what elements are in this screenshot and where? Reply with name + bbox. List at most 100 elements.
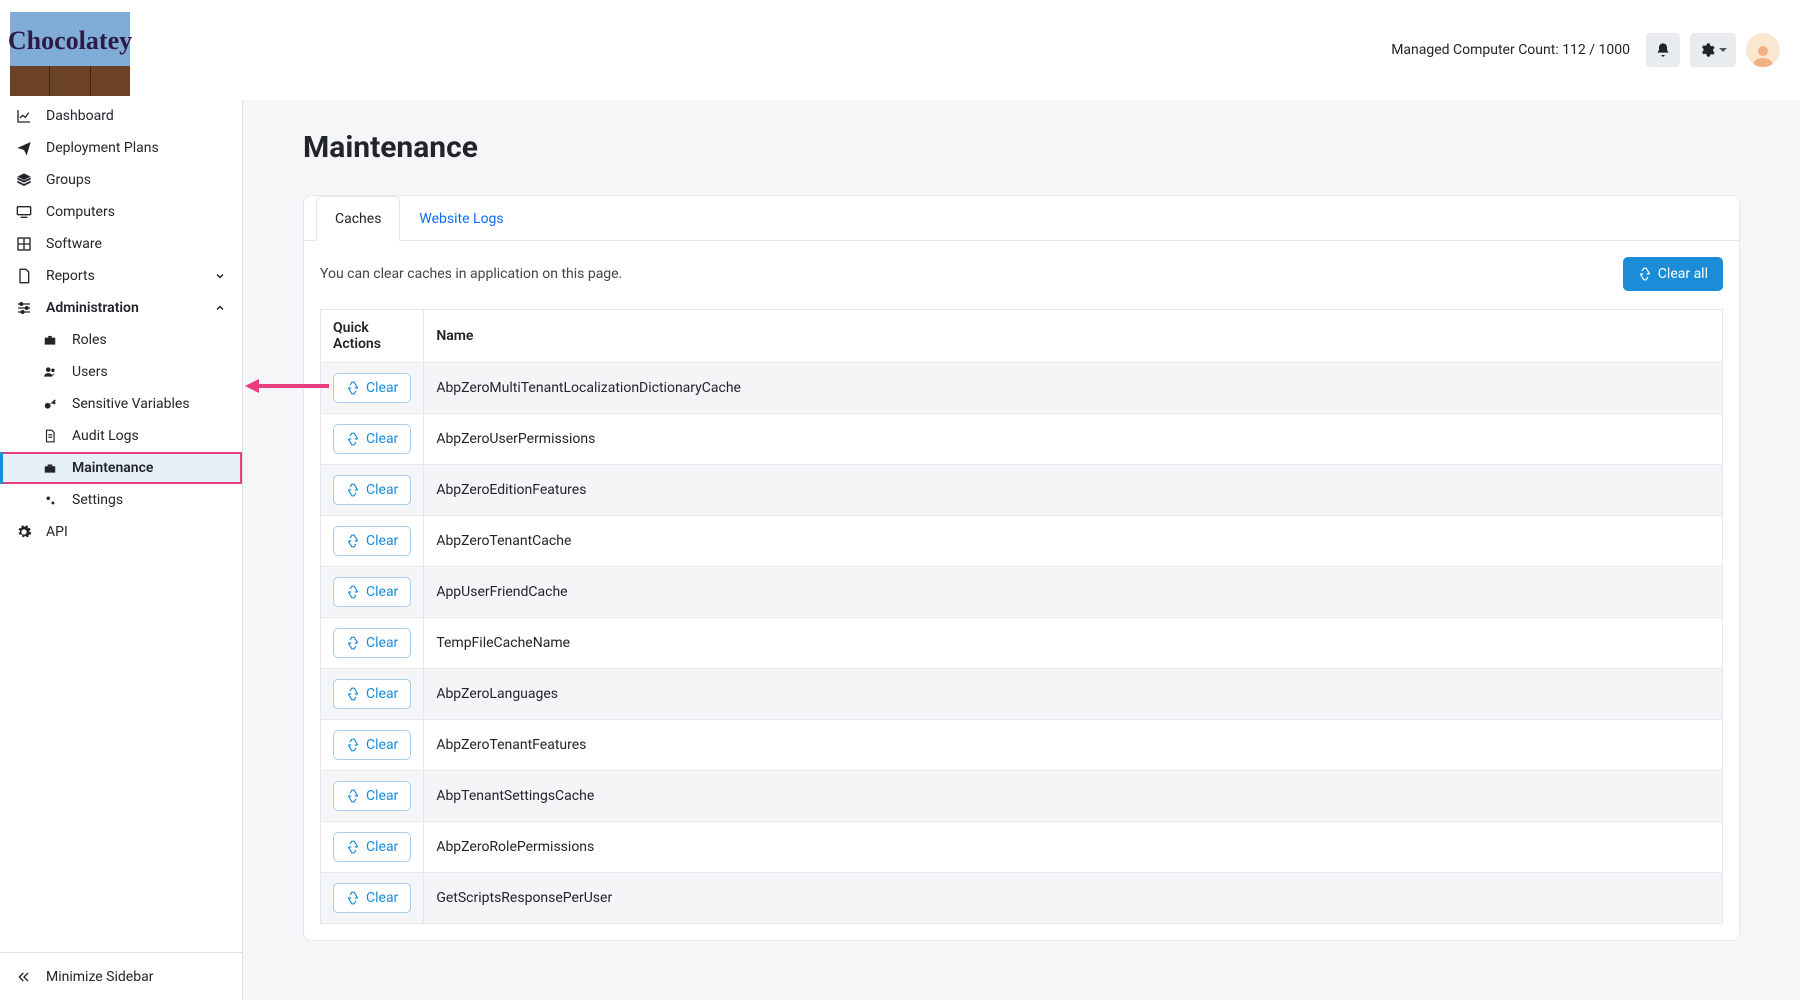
sidebar-item-software[interactable]: Software [0, 228, 242, 260]
sidebar-nav: Dashboard Deployment Plans Groups Comput… [0, 100, 242, 952]
suitcase-icon [40, 333, 60, 347]
clear-button[interactable]: Clear [333, 373, 411, 403]
clear-button[interactable]: Clear [333, 424, 411, 454]
sidebar-item-label: Settings [72, 492, 123, 508]
recycle-icon [346, 687, 360, 701]
sidebar-item-label: Maintenance [72, 460, 153, 476]
clear-label: Clear [366, 839, 398, 855]
sidebar-item-users[interactable]: Users [0, 356, 242, 388]
sidebar-item-label: Reports [46, 268, 212, 284]
chevron-up-icon [212, 300, 228, 316]
clear-label: Clear [366, 686, 398, 702]
cache-name: AbpZeroMultiTenantLocalizationDictionary… [424, 363, 1723, 414]
table-row: Clear AbpTenantSettingsCache [321, 771, 1723, 822]
column-quick-actions: Quick Actions [321, 310, 424, 363]
clear-button[interactable]: Clear [333, 526, 411, 556]
sidebar-item-api[interactable]: API [0, 516, 242, 548]
tab-caches[interactable]: Caches [316, 196, 400, 241]
minimize-sidebar[interactable]: Minimize Sidebar [0, 952, 242, 1000]
tab-website-logs[interactable]: Website Logs [400, 196, 522, 241]
cache-name: AbpZeroRolePermissions [424, 822, 1723, 873]
bell-icon [1655, 42, 1671, 58]
minimize-label: Minimize Sidebar [46, 969, 153, 985]
sidebar-item-label: Users [72, 364, 108, 380]
sidebar-item-administration[interactable]: Administration [0, 292, 242, 324]
brand-name: Chocolatey [8, 26, 132, 56]
sidebar-item-label: Administration [46, 300, 212, 316]
table-row: Clear AbpZeroRolePermissions [321, 822, 1723, 873]
clear-button[interactable]: Clear [333, 475, 411, 505]
clear-button[interactable]: Clear [333, 832, 411, 862]
clear-all-label: Clear all [1658, 266, 1708, 282]
clear-button[interactable]: Clear [333, 883, 411, 913]
sidebar-item-label: Roles [72, 332, 107, 348]
clear-label: Clear [366, 737, 398, 753]
table-row: Clear AbpZeroTenantCache [321, 516, 1723, 567]
clear-label: Clear [366, 431, 398, 447]
clear-all-button[interactable]: Clear all [1623, 257, 1723, 291]
sidebar-item-maintenance[interactable]: Maintenance [0, 452, 242, 484]
sidebar-item-computers[interactable]: Computers [0, 196, 242, 228]
sidebar-item-reports[interactable]: Reports [0, 260, 242, 292]
main-content: Maintenance Caches Website Logs You can … [243, 0, 1800, 1000]
chevron-down-icon [212, 268, 228, 284]
clear-button[interactable]: Clear [333, 730, 411, 760]
sidebar-item-label: Deployment Plans [46, 140, 228, 156]
clear-label: Clear [366, 584, 398, 600]
cog-icon [14, 524, 34, 540]
table-row: Clear AbpZeroEditionFeatures [321, 465, 1723, 516]
sidebar-item-dashboard[interactable]: Dashboard [0, 100, 242, 132]
recycle-icon [346, 534, 360, 548]
tabs: Caches Website Logs [304, 196, 1739, 241]
cache-description: You can clear caches in application on t… [320, 266, 622, 282]
table-row: Clear AbpZeroMultiTenantLocalizationDicti… [321, 363, 1723, 414]
cache-name: AbpTenantSettingsCache [424, 771, 1723, 822]
sidebar-item-label: Computers [46, 204, 228, 220]
sidebar-item-label: Software [46, 236, 228, 252]
page-title: Maintenance [303, 130, 1740, 165]
recycle-icon [1638, 267, 1652, 281]
top-actions: Managed Computer Count: 112 / 1000 [1391, 33, 1780, 67]
table-row: Clear AppUserFriendCache [321, 567, 1723, 618]
table-row: ClearTempFileCacheName [321, 618, 1723, 669]
sidebar-item-settings[interactable]: Settings [0, 484, 242, 516]
sidebar-item-label: API [46, 524, 228, 540]
cache-name: AbpZeroTenantCache [424, 516, 1723, 567]
grid-icon [14, 236, 34, 252]
clear-button[interactable]: Clear [333, 781, 411, 811]
clear-label: Clear [366, 788, 398, 804]
sidebar-item-label: Sensitive Variables [72, 396, 190, 412]
users-icon [40, 365, 60, 379]
clear-button[interactable]: Clear [333, 628, 411, 658]
clear-label: Clear [366, 533, 398, 549]
gears-icon [40, 493, 60, 507]
sidebar-item-audit-logs[interactable]: Audit Logs [0, 420, 242, 452]
sidebar-item-label: Groups [46, 172, 228, 188]
recycle-icon [346, 840, 360, 854]
recycle-icon [346, 381, 360, 395]
sidebar-item-groups[interactable]: Groups [0, 164, 242, 196]
cache-name: AbpZeroEditionFeatures [424, 465, 1723, 516]
notifications-button[interactable] [1646, 33, 1680, 67]
clear-button[interactable]: Clear [333, 679, 411, 709]
managed-computer-count: Managed Computer Count: 112 / 1000 [1391, 42, 1630, 58]
brand-logo[interactable]: Chocolatey [10, 12, 130, 96]
gear-icon [1699, 42, 1715, 58]
cache-name: AppUserFriendCache [424, 567, 1723, 618]
sidebar-item-roles[interactable]: Roles [0, 324, 242, 356]
sidebar-item-label: Dashboard [46, 108, 228, 124]
monitor-icon [14, 204, 34, 220]
settings-dropdown[interactable] [1690, 33, 1736, 67]
sidebar-item-sensitive-variables[interactable]: Sensitive Variables [0, 388, 242, 420]
logo-decoration [10, 66, 130, 96]
user-avatar[interactable] [1746, 33, 1780, 67]
sidebar-item-label: Audit Logs [72, 428, 139, 444]
recycle-icon [346, 738, 360, 752]
clear-button[interactable]: Clear [333, 577, 411, 607]
cache-name: AbpZeroUserPermissions [424, 414, 1723, 465]
recycle-icon [346, 483, 360, 497]
sidebar-item-deployment-plans[interactable]: Deployment Plans [0, 132, 242, 164]
cache-name: AbpZeroLanguages [424, 669, 1723, 720]
topbar: Chocolatey Managed Computer Count: 112 /… [0, 0, 1800, 100]
recycle-icon [346, 789, 360, 803]
